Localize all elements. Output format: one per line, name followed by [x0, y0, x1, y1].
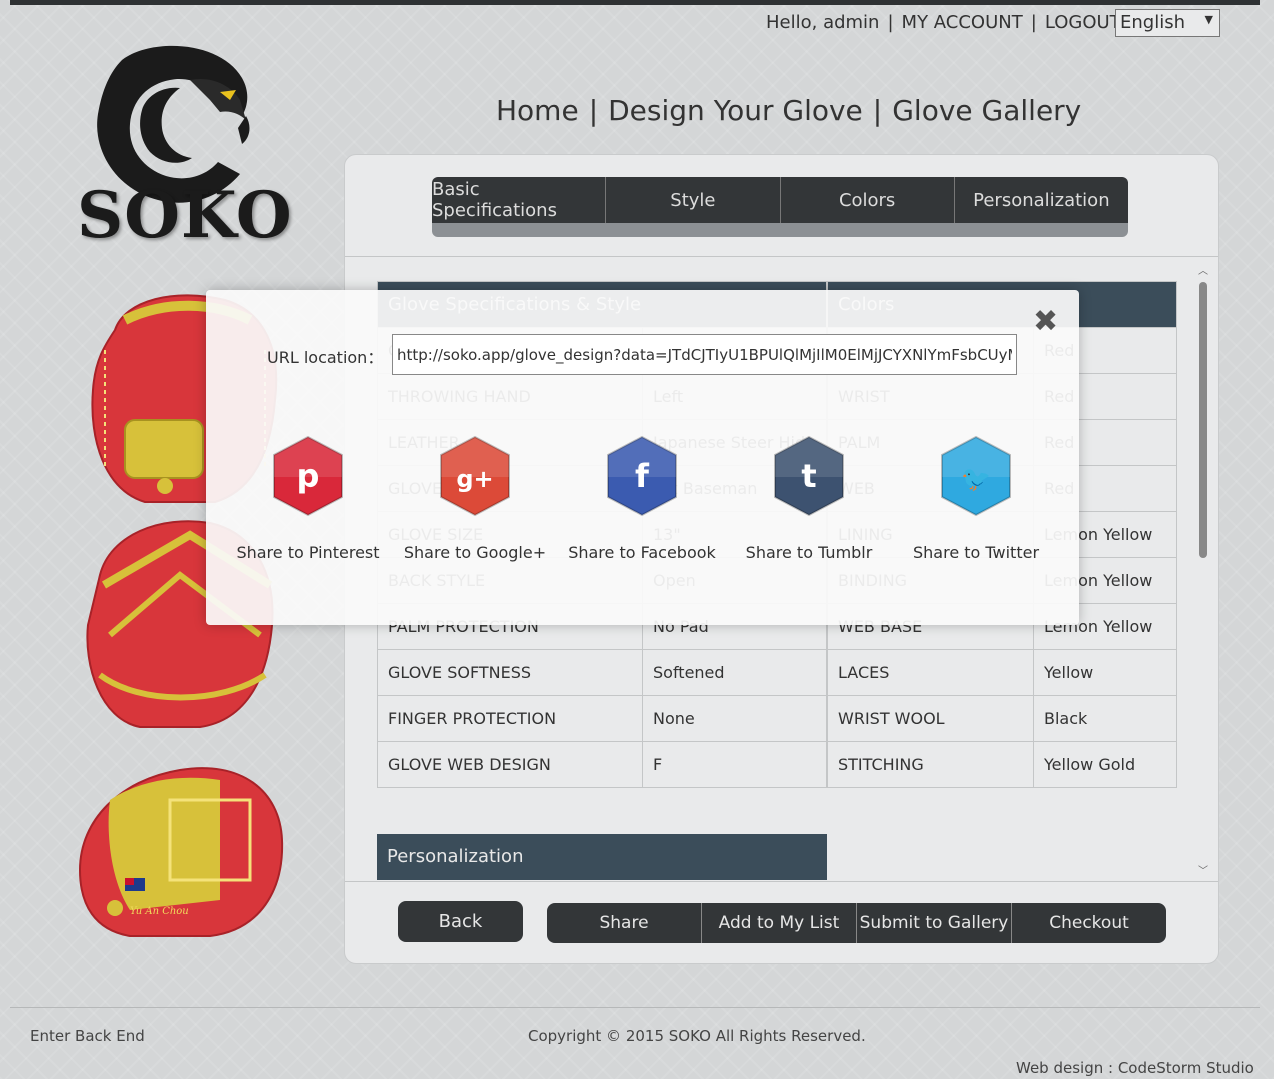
- color-row: WRIST WOOL Black: [827, 695, 1177, 742]
- spec-value: F: [642, 741, 827, 788]
- svg-text:g+: g+: [456, 465, 493, 493]
- submit-gallery-button[interactable]: Submit to Gallery: [857, 903, 1012, 943]
- logo-text: SOKO: [77, 178, 293, 253]
- svg-text:p: p: [297, 457, 320, 495]
- share-option[interactable]: f Share to Facebook: [567, 435, 717, 562]
- color-row: LACES Yellow: [827, 649, 1177, 696]
- checkout-button[interactable]: Checkout: [1012, 903, 1166, 943]
- share-label: Share to Google+: [403, 543, 547, 562]
- share-option[interactable]: p Share to Pinterest: [233, 435, 383, 562]
- language-select[interactable]: English ▼: [1115, 9, 1220, 37]
- divider: [345, 881, 1218, 882]
- spec-value: Softened: [642, 649, 827, 696]
- greeting: Hello, admin: [766, 12, 880, 33]
- back-button[interactable]: Back: [398, 901, 523, 942]
- tab-style[interactable]: Style: [606, 177, 781, 223]
- nav-separator: |: [872, 94, 883, 127]
- back-end-link[interactable]: Enter Back End: [30, 1027, 145, 1045]
- svg-text:f: f: [635, 457, 650, 495]
- spec-label: GLOVE SOFTNESS: [377, 649, 643, 696]
- web-design-credit: Web design : CodeStorm Studio: [1016, 1059, 1254, 1077]
- svg-text:t: t: [801, 457, 816, 495]
- spec-row: GLOVE WEB DESIGN F: [377, 741, 827, 788]
- twitter-icon[interactable]: 🐦: [938, 435, 1014, 517]
- share-option[interactable]: t Share to Tumblr: [734, 435, 884, 562]
- color-row: STITCHING Yellow Gold: [827, 741, 1177, 788]
- scrollbar-thumb[interactable]: [1199, 282, 1207, 558]
- chevron-down-icon: ▼: [1204, 13, 1213, 26]
- scroll-up-icon[interactable]: ︿: [1196, 262, 1210, 277]
- tab-bar: Basic Specifications Style Colors Person…: [432, 177, 1128, 223]
- spec-label: LACES: [827, 649, 1034, 696]
- share-url-input[interactable]: [392, 334, 1017, 375]
- spec-value: Yellow: [1033, 649, 1177, 696]
- nav-design-your-glove[interactable]: Design Your Glove: [608, 94, 863, 127]
- tab-underline: [432, 223, 1128, 237]
- share-label: Share to Pinterest: [236, 543, 380, 562]
- tab-basic-specifications[interactable]: Basic Specifications: [432, 177, 607, 223]
- tumblr-icon[interactable]: t: [771, 435, 847, 517]
- share-button[interactable]: Share: [547, 903, 702, 943]
- action-button-group: Share Add to My List Submit to Gallery C…: [547, 903, 1166, 943]
- spec-label: STITCHING: [827, 741, 1034, 788]
- nav-separator: |: [588, 94, 599, 127]
- nav-home[interactable]: Home: [496, 94, 579, 127]
- share-label: Share to Twitter: [912, 543, 1040, 562]
- divider: [345, 256, 1218, 257]
- share-modal: ✖ URL location： p Share to Pinterest g+ Sha…: [206, 290, 1079, 625]
- spec-value: None: [642, 695, 827, 742]
- share-option[interactable]: 🐦 Share to Twitter: [901, 435, 1051, 562]
- account-nav: Hello, admin | MY ACCOUNT | LOGOUT: [766, 12, 1121, 33]
- nav-separator: |: [1030, 12, 1037, 33]
- pinterest-icon[interactable]: p: [270, 435, 346, 517]
- tab-colors[interactable]: Colors: [781, 177, 955, 223]
- spec-row: FINGER PROTECTION None: [377, 695, 827, 742]
- spec-label: WRIST WOOL: [827, 695, 1034, 742]
- top-bar: [10, 0, 1260, 5]
- spec-value: Black: [1033, 695, 1177, 742]
- spec-label: GLOVE WEB DESIGN: [377, 741, 643, 788]
- add-to-list-button[interactable]: Add to My List: [702, 903, 857, 943]
- footer-divider: [10, 1007, 1260, 1008]
- nav-separator: |: [887, 12, 894, 33]
- svg-text:🐦: 🐦: [961, 465, 991, 493]
- nav-glove-gallery[interactable]: Glove Gallery: [892, 94, 1081, 127]
- close-icon[interactable]: ✖: [1033, 304, 1058, 339]
- tab-personalization[interactable]: Personalization: [955, 177, 1128, 223]
- copyright: Copyright © 2015 SOKO All Rights Reserve…: [528, 1027, 866, 1045]
- my-account-link[interactable]: MY ACCOUNT: [902, 12, 1023, 33]
- url-label: URL location：: [267, 348, 384, 367]
- glove-embroidery: Yu An Chou: [130, 906, 189, 917]
- main-nav: Home | Design Your Glove | Glove Gallery: [496, 94, 1081, 127]
- spec-label: FINGER PROTECTION: [377, 695, 643, 742]
- share-label: Share to Facebook: [568, 543, 716, 562]
- spec-value: Yellow Gold: [1033, 741, 1177, 788]
- share-option[interactable]: g+ Share to Google+: [400, 435, 550, 562]
- scrollbar[interactable]: ︿ ﹀: [1196, 262, 1210, 877]
- scroll-down-icon[interactable]: ﹀: [1196, 862, 1210, 877]
- share-label: Share to Tumblr: [745, 543, 873, 562]
- logout-link[interactable]: LOGOUT: [1045, 12, 1121, 33]
- personalization-header: Personalization: [377, 834, 827, 880]
- facebook-icon[interactable]: f: [604, 435, 680, 517]
- language-value: English: [1120, 12, 1185, 33]
- google-plus-icon[interactable]: g+: [437, 435, 513, 517]
- spec-row: GLOVE SOFTNESS Softened: [377, 649, 827, 696]
